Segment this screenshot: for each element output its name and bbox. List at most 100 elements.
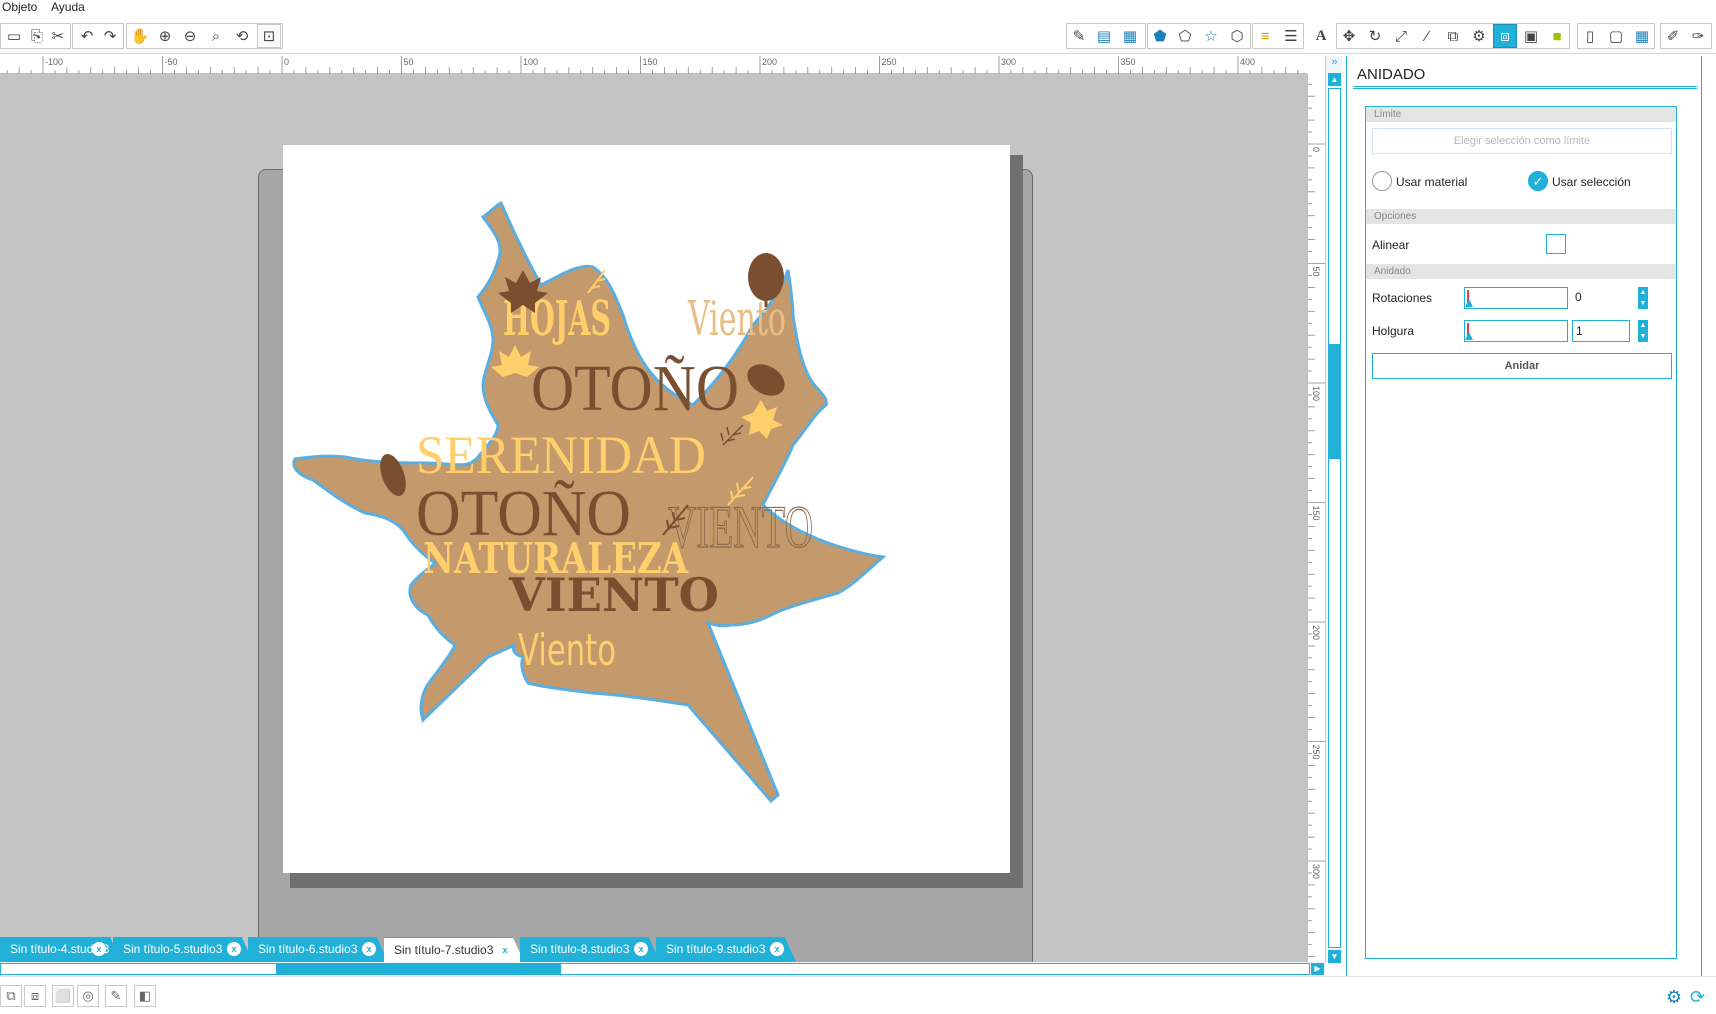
ruler-label: 0 xyxy=(1311,147,1321,152)
menu-objeto[interactable]: Objeto xyxy=(2,0,37,14)
word-serenidad: SERENIDAD xyxy=(416,425,706,485)
vertical-scrollbar[interactable]: » ▲ ▼ xyxy=(1325,56,1342,963)
cut-send-icon[interactable]: ✑ xyxy=(1686,24,1710,48)
ruler-label: 50 xyxy=(404,57,414,67)
close-icon[interactable]: x xyxy=(634,942,648,956)
zoom-out-icon[interactable]: ⊖ xyxy=(178,24,202,48)
word-viento-4: Viento xyxy=(518,625,616,676)
close-icon[interactable]: x xyxy=(498,943,512,957)
scroll-up-icon[interactable]: ▲ xyxy=(1328,73,1341,86)
alinear-checkbox[interactable] xyxy=(1546,234,1566,254)
tab-label: Sin título-8.studio3 xyxy=(530,942,630,956)
trace-icon[interactable]: ⚙ xyxy=(1467,24,1491,48)
radio-usar-material-label: Usar material xyxy=(1396,175,1468,189)
tab-label: Sin título-5.studio3 xyxy=(123,942,223,956)
scroll-down-icon[interactable]: ▼ xyxy=(1328,950,1341,963)
ruler-label: 300 xyxy=(1001,57,1016,67)
text-icon[interactable]: A xyxy=(1309,24,1333,48)
tab-doc-7[interactable]: Sin título-7.studio3 x xyxy=(384,937,524,962)
rotate-icon[interactable]: ↻ xyxy=(1363,24,1387,48)
concentric-icon[interactable]: ◎ xyxy=(77,985,99,1007)
undo-icon[interactable]: ↶ xyxy=(75,24,99,48)
cut-icon[interactable]: ✂ xyxy=(46,24,70,48)
hscroll-thumb[interactable] xyxy=(276,964,561,974)
fit-icon[interactable]: ⊡ xyxy=(257,24,281,48)
holgura-slider[interactable] xyxy=(1464,320,1568,342)
word-viento-2: VIENTO xyxy=(668,494,813,560)
scale-icon[interactable]: ⤢ xyxy=(1389,24,1413,48)
hscroll-track[interactable] xyxy=(0,963,1310,975)
align-icon[interactable]: ✥ xyxy=(1337,24,1361,48)
cube-icon[interactable]: ◧ xyxy=(134,985,156,1007)
shape-icon[interactable]: ☆ xyxy=(1199,24,1223,48)
design-page[interactable]: HOJAS Viento OTOÑO SERENIDAD OTOÑO VIENT… xyxy=(283,145,1010,873)
menu-ayuda[interactable]: Ayuda xyxy=(51,0,85,14)
store-icon[interactable]: ▢ xyxy=(1604,24,1628,48)
close-icon[interactable]: x xyxy=(92,942,106,956)
tab-label: Sin título-7.studio3 xyxy=(394,943,494,957)
scroll-right-icon[interactable]: ▶ xyxy=(1311,963,1324,975)
ruler-label: 100 xyxy=(523,57,538,67)
radio-usar-material[interactable] xyxy=(1372,171,1392,191)
holgura-input[interactable]: 1 xyxy=(1572,320,1630,342)
zoom-drag-icon[interactable]: ⟲ xyxy=(230,24,254,48)
offset-icon[interactable]: ⬡ xyxy=(1225,24,1249,48)
send-icon[interactable]: ▯ xyxy=(1578,24,1602,48)
tab-doc-6[interactable]: Sin título-6.studio3 x xyxy=(248,937,388,962)
mirror-icon[interactable]: ⧉ xyxy=(1441,24,1465,48)
design-icon[interactable]: ✐ xyxy=(1661,24,1685,48)
redo-icon[interactable]: ↷ xyxy=(98,24,122,48)
leaf-design[interactable]: HOJAS Viento OTOÑO SERENIDAD OTOÑO VIENT… xyxy=(283,145,1010,873)
pattern-icon[interactable]: ⬠ xyxy=(1173,24,1197,48)
menu-bar: Objeto Ayuda xyxy=(0,0,1716,16)
horizontal-scrollbar[interactable]: ▶ xyxy=(0,962,1325,976)
zoom-select-icon[interactable]: ⌕ xyxy=(204,24,228,48)
fill-icon[interactable]: ⬟ xyxy=(1148,24,1172,48)
scroll-thumb[interactable] xyxy=(1329,344,1340,459)
ruler-label: 200 xyxy=(762,57,777,67)
line-style-icon[interactable]: ☰ xyxy=(1279,24,1303,48)
fill-toggle-icon[interactable]: ⬜ xyxy=(52,985,74,1007)
rotaciones-input[interactable]: 0 xyxy=(1572,287,1630,309)
holgura-spinner[interactable]: ▲ ▼ xyxy=(1638,320,1648,342)
choose-selection-boundary-button[interactable]: Elegir selección como límite xyxy=(1372,128,1672,154)
ruler-label: 350 xyxy=(1121,57,1136,67)
image-icon[interactable]: ▣ xyxy=(1519,24,1543,48)
brush-icon[interactable]: ✎ xyxy=(105,985,127,1007)
ungroup-icon[interactable]: ⧈ xyxy=(24,985,46,1007)
zoom-in-icon[interactable]: ⊕ xyxy=(153,24,177,48)
ruler-label: 100 xyxy=(1311,386,1321,401)
rotaciones-label: Rotaciones xyxy=(1372,291,1433,305)
panel-icon[interactable]: ▦ xyxy=(1630,24,1654,48)
line-color-icon[interactable]: ≡ xyxy=(1253,24,1277,48)
knife-icon[interactable]: ⁄ xyxy=(1415,24,1439,48)
tab-doc-4[interactable]: Sin título-4.studio3 x xyxy=(0,937,120,962)
group-icon[interactable]: ⧉ xyxy=(0,985,22,1007)
new-icon[interactable]: ▭ xyxy=(2,24,26,48)
double-chevron-right-icon[interactable]: » xyxy=(1328,56,1341,70)
sync-icon[interactable]: ⟳ xyxy=(1690,987,1705,1008)
page-icon[interactable]: ▤ xyxy=(1092,24,1116,48)
close-icon[interactable]: x xyxy=(770,942,784,956)
tab-doc-9[interactable]: Sin título-9.studio3 x xyxy=(656,937,796,962)
scroll-track[interactable] xyxy=(1328,88,1341,948)
library-icon[interactable]: ■ xyxy=(1545,24,1569,48)
close-icon[interactable]: x xyxy=(362,942,376,956)
nest-icon[interactable]: ⧈ xyxy=(1493,24,1517,48)
close-icon[interactable]: x xyxy=(227,942,241,956)
settings-gear-icon[interactable]: ⚙ xyxy=(1666,987,1682,1008)
ruler-label: -100 xyxy=(45,57,63,67)
draw-icon[interactable]: ✎ xyxy=(1067,24,1091,48)
tab-doc-5[interactable]: Sin título-5.studio3 x xyxy=(113,937,253,962)
tab-doc-8[interactable]: Sin título-8.studio3 x xyxy=(520,937,660,962)
rotaciones-slider[interactable] xyxy=(1464,287,1568,309)
ruler-top-ticks: -100 -50 0 50 100 150 200 250 300 350 400 xyxy=(6,56,1299,74)
grid-icon[interactable]: ▦ xyxy=(1118,24,1142,48)
rotaciones-spinner[interactable]: ▲ ▼ xyxy=(1638,287,1648,309)
hand-icon[interactable]: ✋ xyxy=(128,24,152,48)
radio-usar-seleccion-label: Usar selección xyxy=(1552,175,1631,189)
anidar-button[interactable]: Anidar xyxy=(1372,353,1672,379)
toolbar: ▭ ⎘ ✂ ↶ ↷ ✋ ⊕ ⊖ ⌕ ⟲ ⊡ ✎ ▤ ▦ ⬟ ⬠ ☆ ⬡ ≡ ☰ … xyxy=(0,18,1716,54)
radio-usar-seleccion[interactable]: ✓ xyxy=(1528,171,1548,191)
ruler-label: 300 xyxy=(1311,864,1321,879)
